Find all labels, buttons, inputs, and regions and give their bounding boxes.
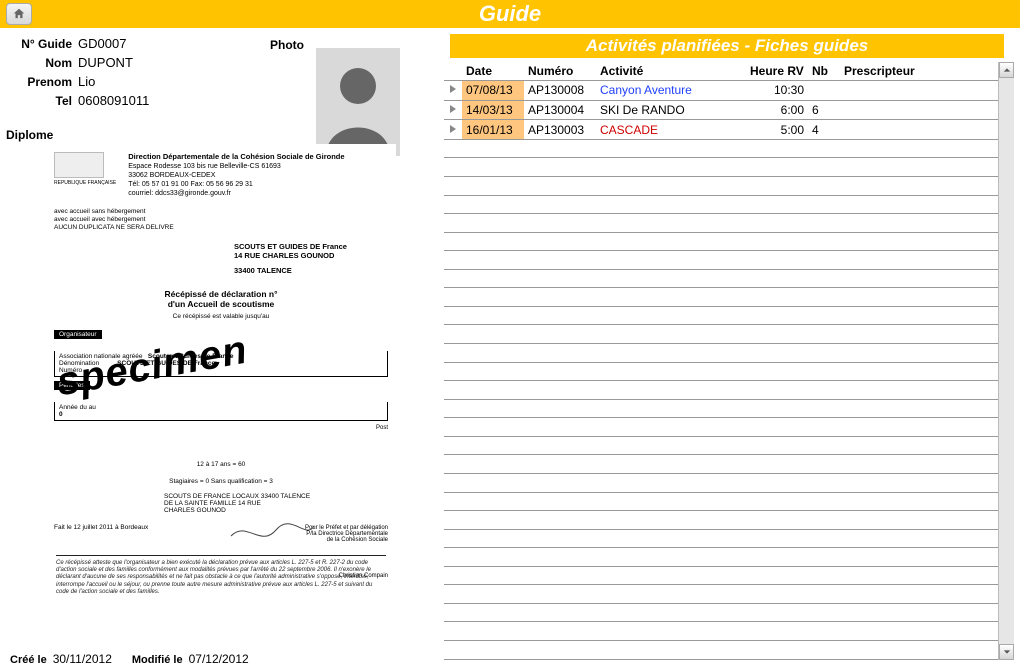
doc-footer: Ce récépissé atteste que l'organisateur … bbox=[56, 555, 386, 596]
signature-icon bbox=[226, 518, 316, 546]
arrow-right-icon bbox=[448, 104, 458, 114]
col-activite[interactable]: Activité bbox=[596, 62, 746, 81]
table-row[interactable] bbox=[444, 381, 998, 400]
doc-logo bbox=[54, 152, 104, 178]
scroll-down-button[interactable] bbox=[999, 644, 1014, 660]
cell-numero: AP130003 bbox=[524, 120, 596, 140]
photo-label: Photo bbox=[270, 38, 304, 52]
table-row[interactable] bbox=[444, 214, 998, 233]
num-guide-label: N° Guide bbox=[6, 37, 78, 51]
col-nb[interactable]: Nb bbox=[808, 62, 840, 81]
activities-panel-title: Activités planifiées - Fiches guides bbox=[450, 34, 1004, 58]
table-row[interactable]: 14/03/13AP130004SKI De RANDO6:006 bbox=[444, 100, 998, 120]
cell-nb: 6 bbox=[808, 100, 840, 120]
table-row[interactable] bbox=[444, 473, 998, 492]
photo-placeholder bbox=[316, 48, 400, 156]
tel-value: 0608091011 bbox=[78, 93, 149, 108]
table-row[interactable] bbox=[444, 325, 998, 344]
cell-heure: 5:00 bbox=[746, 120, 808, 140]
table-row[interactable] bbox=[444, 585, 998, 604]
cell-heure: 6:00 bbox=[746, 100, 808, 120]
nom-label: Nom bbox=[6, 56, 78, 70]
table-row[interactable] bbox=[444, 566, 998, 585]
cell-date: 16/01/13 bbox=[462, 120, 524, 140]
avatar-icon bbox=[316, 48, 400, 156]
chevron-down-icon bbox=[1003, 648, 1011, 656]
table-row[interactable] bbox=[444, 158, 998, 177]
col-heure[interactable]: Heure RV bbox=[746, 62, 808, 81]
cell-activite: SKI De RANDO bbox=[596, 100, 746, 120]
right-panel: Activités planifiées - Fiches guides Dat… bbox=[440, 28, 1020, 672]
doc-direction: Direction Départementale de la Cohésion … bbox=[128, 152, 344, 162]
prenom-label: Prenom bbox=[6, 75, 78, 89]
cell-prescripteur bbox=[840, 100, 998, 120]
cell-date: 07/08/13 bbox=[462, 81, 524, 101]
table-row[interactable] bbox=[444, 511, 998, 530]
created-label: Créé le bbox=[10, 654, 47, 666]
cell-activite: CASCADE bbox=[596, 120, 746, 140]
created-value: 30/11/2012 bbox=[53, 652, 112, 666]
modified-label: Modifié le bbox=[132, 654, 183, 666]
arrow-right-icon bbox=[448, 84, 458, 94]
prenom-value: Lio bbox=[78, 74, 95, 89]
page-title: Guide bbox=[0, 1, 1020, 27]
table-row[interactable] bbox=[444, 529, 998, 548]
cell-nb bbox=[808, 81, 840, 101]
table-row[interactable] bbox=[444, 306, 998, 325]
cell-numero: AP130008 bbox=[524, 81, 596, 101]
row-arrow[interactable] bbox=[444, 81, 462, 101]
num-guide-value: GD0007 bbox=[78, 36, 126, 51]
table-row[interactable] bbox=[444, 269, 998, 288]
table-row[interactable] bbox=[444, 176, 998, 195]
col-date[interactable]: Date bbox=[462, 62, 524, 81]
cell-prescripteur bbox=[840, 120, 998, 140]
left-panel: N° Guide GD0007 Nom DUPONT Prenom Lio Te… bbox=[0, 28, 440, 672]
home-icon bbox=[12, 7, 26, 21]
table-row[interactable] bbox=[444, 399, 998, 418]
row-arrow[interactable] bbox=[444, 100, 462, 120]
table-row[interactable] bbox=[444, 622, 998, 641]
table-row[interactable]: 16/01/13AP130003CASCADE5:004 bbox=[444, 120, 998, 140]
chevron-up-icon bbox=[1003, 66, 1011, 74]
nom-value: DUPONT bbox=[78, 55, 133, 70]
scroll-up-button[interactable] bbox=[999, 62, 1014, 78]
table-row[interactable] bbox=[444, 362, 998, 381]
cell-prescripteur bbox=[840, 81, 998, 101]
table-row[interactable] bbox=[444, 288, 998, 307]
table-row[interactable] bbox=[444, 232, 998, 251]
row-arrow[interactable] bbox=[444, 120, 462, 140]
cell-date: 14/03/13 bbox=[462, 100, 524, 120]
table-row[interactable] bbox=[444, 641, 998, 660]
table-row[interactable]: 07/08/13AP130008Canyon Aventure10:30 bbox=[444, 81, 998, 101]
cell-heure: 10:30 bbox=[746, 81, 808, 101]
table-row[interactable] bbox=[444, 603, 998, 622]
header-bar: Guide bbox=[0, 0, 1020, 28]
col-numero[interactable]: Numéro bbox=[524, 62, 596, 81]
table-row[interactable] bbox=[444, 492, 998, 511]
table-row[interactable] bbox=[444, 455, 998, 474]
col-prescripteur[interactable]: Prescripteur bbox=[840, 62, 998, 81]
diplome-document: REPUBLIQUE FRANÇAISE Direction Départeme… bbox=[46, 144, 396, 606]
table-row[interactable] bbox=[444, 548, 998, 567]
table-row[interactable] bbox=[444, 418, 998, 437]
cell-activite: Canyon Aventure bbox=[596, 81, 746, 101]
modified-value: 07/12/2012 bbox=[189, 652, 249, 666]
cell-numero: AP130004 bbox=[524, 100, 596, 120]
tel-label: Tel bbox=[6, 94, 78, 108]
footer-dates: Créé le 30/11/2012 Modifié le 07/12/2012 bbox=[10, 652, 249, 666]
table-row[interactable] bbox=[444, 344, 998, 363]
table-row[interactable] bbox=[444, 436, 998, 455]
activities-table: Date Numéro Activité Heure RV Nb Prescri… bbox=[444, 62, 998, 660]
table-row[interactable] bbox=[444, 139, 998, 158]
cell-nb: 4 bbox=[808, 120, 840, 140]
table-row[interactable] bbox=[444, 251, 998, 270]
table-row[interactable] bbox=[444, 195, 998, 214]
home-button[interactable] bbox=[6, 3, 32, 25]
arrow-right-icon bbox=[448, 124, 458, 134]
table-scrollbar[interactable] bbox=[998, 62, 1014, 660]
